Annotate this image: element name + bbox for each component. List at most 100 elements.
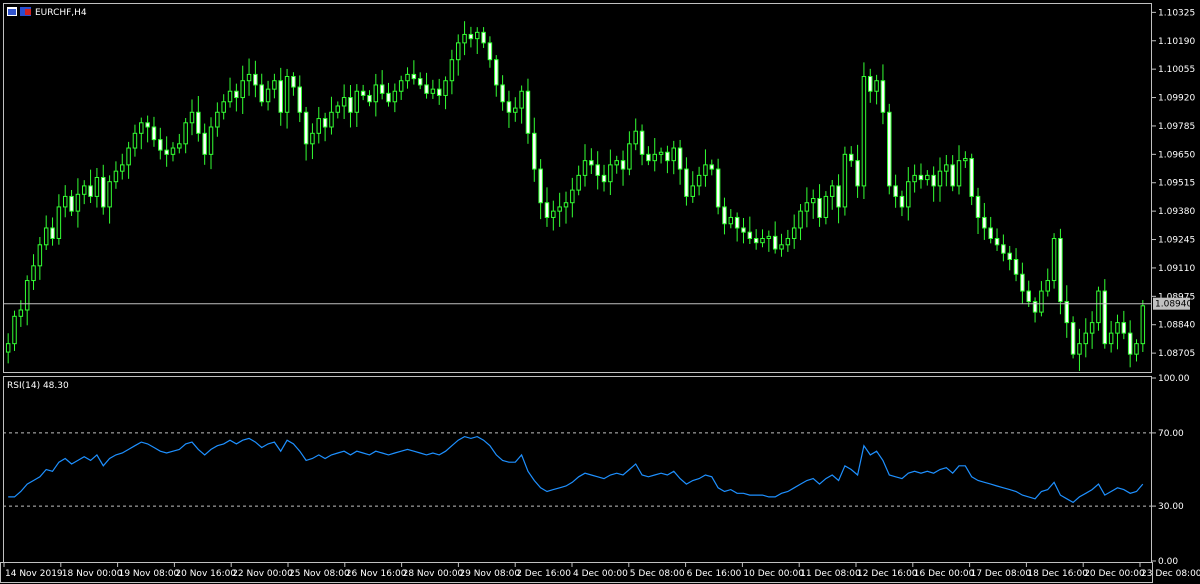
candle-body-bull: [335, 105, 341, 113]
candle-body-bull: [1083, 332, 1089, 345]
rsi-tick-label: 30.00: [1158, 502, 1184, 512]
candle-body-bull: [215, 111, 220, 128]
candle-body-bull: [177, 143, 182, 149]
candle-body-bear: [234, 90, 239, 99]
price-tick-label: 1.10325: [1158, 8, 1195, 18]
candle-body-bull: [823, 195, 829, 218]
candle-body-bull: [475, 31, 480, 40]
candle-body-bear: [595, 164, 600, 176]
candle-body-bear: [424, 84, 429, 94]
time-tick-label: 5 Dec 08:00: [630, 569, 685, 579]
candle-body-bear: [975, 195, 981, 218]
candle-body-bull: [43, 227, 49, 246]
time-tick-label: 26 Nov 16:00: [346, 569, 407, 579]
candle-body-bear: [360, 90, 366, 96]
candle-body-bear: [741, 227, 746, 233]
time-tick-label: 19 Nov 08:00: [119, 569, 180, 579]
candle-body-bear: [868, 76, 873, 92]
candle-body-bear: [589, 160, 594, 166]
candle-body-bull: [310, 132, 315, 145]
candle-body-bull: [455, 42, 461, 61]
time-tick-label: 10 Dec 00:00: [743, 569, 804, 579]
candle-body-bear: [994, 237, 1000, 246]
candle-body-bear: [291, 76, 296, 88]
candle-body-bear: [931, 174, 936, 187]
candle-body-bull: [779, 244, 784, 250]
candle-body-bull: [760, 237, 765, 244]
candle-body-bear: [259, 84, 264, 103]
candle-body-bull: [690, 185, 696, 197]
candle-body-bull: [576, 174, 581, 191]
candle-body-bull: [398, 80, 404, 92]
candle-body-bear: [532, 132, 537, 170]
time-tick-label: 18 Dec 16:00: [1027, 569, 1088, 579]
candle-body-bear: [893, 185, 898, 197]
candle-body-bull: [1045, 280, 1050, 292]
price-tick-label: 1.09380: [1158, 207, 1195, 217]
candle-body-bull: [113, 170, 119, 183]
time-tick-label: 2 Dec 16:00: [516, 569, 571, 579]
candle-body-bull: [937, 170, 943, 187]
candle-body-bear: [734, 216, 740, 229]
candle-body-bear: [417, 78, 423, 86]
candle-body-bull: [912, 174, 917, 183]
candle-body-bull: [126, 147, 131, 166]
candle-body-bull: [94, 176, 100, 197]
candle-body-bull: [1140, 305, 1146, 345]
candle-body-bear: [367, 94, 372, 103]
candle-body-bear: [386, 92, 391, 103]
candle-body-bear: [1013, 259, 1019, 275]
time-tick-label: 4 Dec 00:00: [573, 569, 628, 579]
candle-body-bear: [753, 237, 759, 244]
candle-body-bear: [468, 33, 474, 40]
candle-body-bear: [525, 90, 531, 134]
candle-body-bear: [646, 153, 651, 162]
candle-body-bull: [373, 84, 379, 103]
chart-window-icon: [7, 7, 17, 16]
eu-ch-flag-icon: [20, 7, 31, 16]
candle-body-bear: [1064, 301, 1070, 324]
time-tick-label: 25 Nov 08:00: [289, 569, 350, 579]
candle-body-bear: [253, 73, 258, 86]
candle-body-bull: [671, 147, 676, 162]
candle-body-bear: [297, 86, 303, 113]
candle-body-bull: [265, 88, 271, 103]
time-tick-label: 11 Dec 08:00: [800, 569, 861, 579]
candle-body-bull: [627, 143, 632, 170]
candle-body-bull: [582, 160, 588, 176]
candle-body-bull: [944, 164, 949, 172]
candle-body-bear: [1001, 244, 1006, 254]
candle-body-bear: [639, 130, 645, 155]
candle-body-bull: [956, 160, 962, 187]
candle-body-bear: [506, 101, 512, 113]
price-tick-label: 1.10190: [1158, 37, 1195, 47]
price-tick-label: 1.09920: [1158, 94, 1195, 104]
candle-body-bear: [677, 147, 683, 170]
time-tick-label: 20 Nov 16:00: [175, 569, 236, 579]
price-tick-label: 1.10055: [1158, 65, 1195, 75]
candle-body-bull: [557, 206, 562, 212]
candle-body-bull: [221, 101, 226, 113]
chart-title: EURCHF,H4: [35, 8, 87, 18]
candle-body-bear: [322, 118, 328, 128]
candle-body-bull: [62, 195, 68, 208]
candle-body-bear: [747, 231, 753, 239]
candle-body-bull: [189, 111, 195, 124]
candle-body-bear: [1032, 301, 1038, 313]
candle: [842, 146, 848, 216]
candle-body-bear: [1121, 322, 1127, 334]
rsi-tick-label: 100.00: [1158, 374, 1190, 384]
candle-body-bull: [31, 265, 36, 282]
candle-body-bull: [37, 244, 43, 267]
price-tick-label: 1.09110: [1158, 264, 1195, 274]
time-tick-label: 20 Dec 00:00: [1084, 569, 1145, 579]
candle-body-bull: [810, 198, 816, 204]
candle-body-bull: [1108, 332, 1114, 345]
candle-body-bull: [925, 174, 930, 181]
price-tick-label: 1.08840: [1158, 321, 1195, 331]
price-tick-label: 1.09245: [1158, 236, 1195, 246]
candle-body-bull: [766, 235, 772, 239]
candle: [887, 103, 892, 195]
candle-body-bull: [1077, 343, 1082, 355]
time-tick-label: 28 Nov 00:00: [403, 569, 464, 579]
